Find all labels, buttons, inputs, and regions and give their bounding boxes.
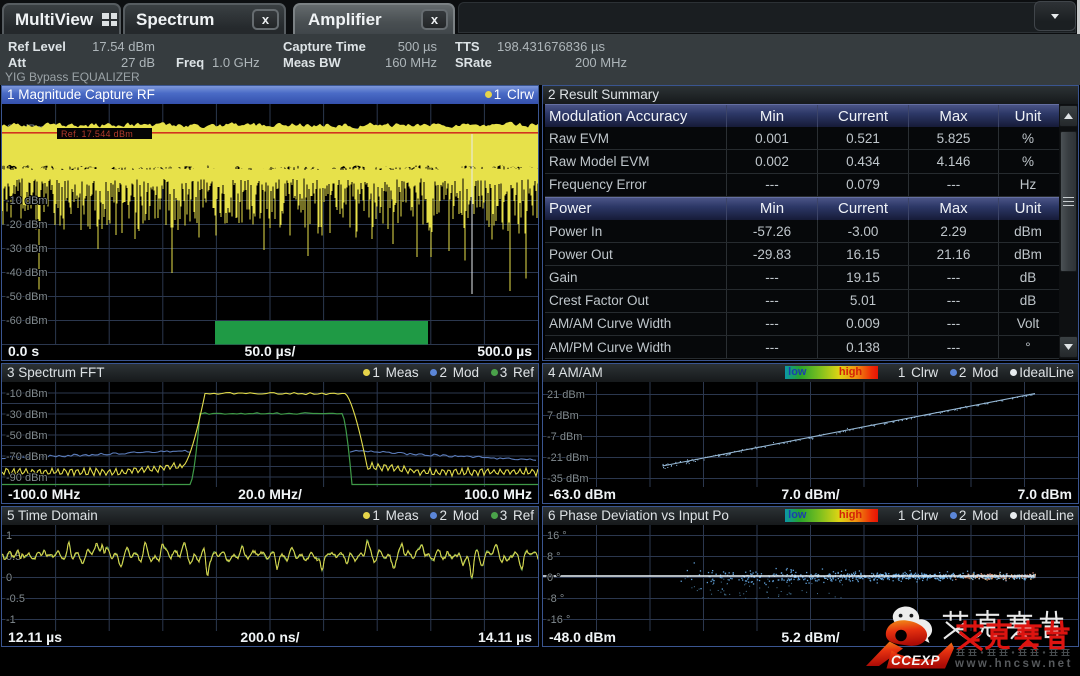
svg-text:-8 °: -8 ° <box>547 593 564 605</box>
svg-text:0: 0 <box>6 572 12 584</box>
svg-text:-50 dBm: -50 dBm <box>6 430 48 442</box>
svg-text:-10 dBm: -10 dBm <box>6 388 48 400</box>
svg-text:-1: -1 <box>6 614 16 626</box>
svg-text:0 °: 0 ° <box>547 572 561 584</box>
svg-text:-90 dBm: -90 dBm <box>6 472 48 484</box>
svg-text:1: 1 <box>6 530 12 542</box>
svg-text:-10 dBm: -10 dBm <box>6 195 48 207</box>
svg-text:-20 dBm: -20 dBm <box>6 219 48 231</box>
svg-text:-30 dBm: -30 dBm <box>6 409 48 421</box>
svg-text:-70 dBm: -70 dBm <box>6 451 48 463</box>
svg-text:-16 °: -16 ° <box>547 614 570 626</box>
svg-text:7 dBm: 7 dBm <box>547 410 579 422</box>
svg-text:21 dBm: 21 dBm <box>547 389 585 401</box>
svg-text:-7 dBm: -7 dBm <box>547 431 582 443</box>
svg-text:-35 dBm: -35 dBm <box>547 473 589 485</box>
svg-text:www.hncsw.net: www.hncsw.net <box>954 658 1073 670</box>
svg-text:Ref. 17.544 dBm: Ref. 17.544 dBm <box>61 129 133 139</box>
svg-text:-0.5: -0.5 <box>6 593 25 605</box>
svg-text:8 °: 8 ° <box>547 551 561 563</box>
svg-text:-40 dBm: -40 dBm <box>6 267 48 279</box>
svg-text:CCEXP: CCEXP <box>891 653 941 668</box>
svg-text:-50 dBm: -50 dBm <box>6 291 48 303</box>
svg-text:16 °: 16 ° <box>547 530 567 542</box>
svg-text:-30 dBm: -30 dBm <box>6 243 48 255</box>
svg-text:-60 dBm: -60 dBm <box>6 315 48 327</box>
svg-text:-21 dBm: -21 dBm <box>547 452 589 464</box>
